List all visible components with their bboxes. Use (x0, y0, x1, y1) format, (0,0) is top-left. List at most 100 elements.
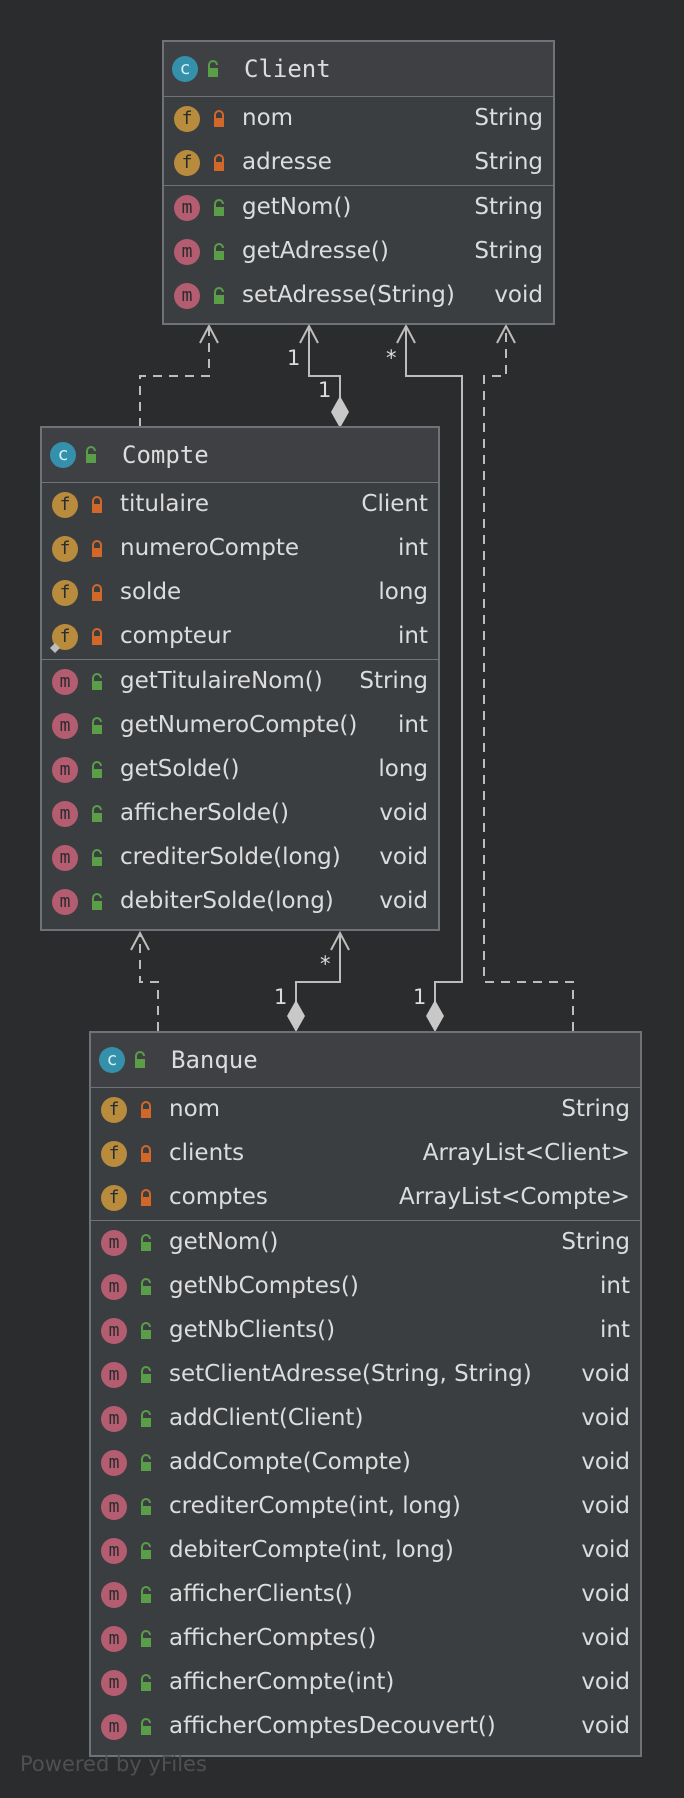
static-marker-icon (50, 643, 60, 653)
field-row: f comptes ArrayList<Compte> (91, 1176, 640, 1220)
method-icon: m (101, 1626, 127, 1652)
public-unlock-icon (92, 893, 102, 910)
public-unlock-icon (214, 243, 224, 260)
yfiles-watermark: Powered by yFiles (20, 1752, 207, 1776)
method-name: addCompte(Compte) (169, 1449, 411, 1475)
field-type: int (398, 623, 428, 649)
method-name: addClient(Client) (169, 1405, 364, 1431)
method-icon: m (52, 757, 78, 783)
class-header: c Banque (91, 1033, 640, 1088)
method-name: afficherCompte(int) (169, 1669, 395, 1695)
banque-client-dependency-line (483, 328, 574, 1031)
method-row: m debiterSolde(long) void (42, 880, 438, 924)
field-name: solde (120, 579, 182, 605)
method-row: m getNumeroCompte() int (42, 704, 438, 748)
method-icon: m (101, 1318, 127, 1344)
field-row: f numeroCompte int (42, 527, 438, 571)
compte-client-dependency-line (139, 328, 210, 427)
method-icon: m (174, 239, 200, 265)
private-lock-icon (92, 628, 102, 645)
method-icon: m (101, 1362, 127, 1388)
method-icon: m (174, 195, 200, 221)
field-icon: f (101, 1097, 127, 1123)
public-unlock-icon (86, 446, 96, 463)
method-row: m crediterSolde(long) void (42, 836, 438, 880)
field-name: adresse (242, 149, 332, 175)
method-icon: m (52, 669, 78, 695)
method-return-type: int (600, 1317, 630, 1343)
method-return-type: String (474, 194, 543, 220)
method-icon: m (52, 889, 78, 915)
method-row: m afficherComptes() void (91, 1617, 640, 1661)
class-name: Compte (122, 441, 209, 469)
field-type: String (474, 105, 543, 131)
method-row: m afficherSolde() void (42, 792, 438, 836)
class-header: c Compte (42, 428, 438, 483)
public-unlock-icon (141, 1366, 151, 1383)
method-icon: m (52, 801, 78, 827)
multiplicity-label: 1 (318, 378, 332, 402)
multiplicity-label: * (320, 952, 331, 976)
field-icon: f (174, 150, 200, 176)
field-icon: f (101, 1185, 127, 1211)
method-row: m setClientAdresse(String, String) void (91, 1353, 640, 1397)
public-unlock-icon (214, 199, 224, 216)
field-icon: f (174, 106, 200, 132)
method-name: getNumeroCompte() (120, 712, 358, 738)
method-icon: m (101, 1538, 127, 1564)
public-unlock-icon (92, 761, 102, 778)
field-name: nom (169, 1096, 221, 1122)
field-row: f clients ArrayList<Client> (91, 1132, 640, 1176)
class-banque[interactable]: c Banque f nom String f clients ArrayLis… (89, 1031, 642, 1757)
multiplicity-label: 1 (413, 985, 427, 1009)
method-return-type: void (379, 800, 428, 826)
field-name: compteur (120, 623, 231, 649)
method-return-type: void (581, 1537, 630, 1563)
method-return-type: void (379, 888, 428, 914)
private-lock-icon (141, 1189, 151, 1206)
field-name: titulaire (120, 491, 209, 517)
field-icon: f (52, 536, 78, 562)
class-icon: c (172, 56, 198, 82)
method-name: getNom() (169, 1229, 279, 1255)
method-icon: m (101, 1670, 127, 1696)
method-return-type: void (581, 1361, 630, 1387)
method-row: m addCompte(Compte) void (91, 1441, 640, 1485)
method-icon: m (101, 1494, 127, 1520)
method-name: getTitulaireNom() (120, 668, 323, 694)
method-row: m crediterCompte(int, long) void (91, 1485, 640, 1529)
public-unlock-icon (141, 1322, 151, 1339)
field-type: long (378, 579, 428, 605)
method-icon: m (101, 1450, 127, 1476)
class-name: Client (244, 55, 331, 83)
method-return-type: int (398, 712, 428, 738)
field-icon: f (101, 1141, 127, 1167)
class-client[interactable]: c Client f nom String f adresse String m… (162, 40, 555, 325)
private-lock-icon (92, 584, 102, 601)
banque-compte-composition-diamond (287, 1000, 305, 1032)
class-compte[interactable]: c Compte f titulaire Client f numeroComp… (40, 426, 440, 931)
method-return-type: void (581, 1669, 630, 1695)
public-unlock-icon (135, 1051, 145, 1068)
method-row: m debiterCompte(int, long) void (91, 1529, 640, 1573)
method-row: m afficherCompte(int) void (91, 1661, 640, 1705)
method-icon: m (101, 1230, 127, 1256)
field-row: f nom String (164, 97, 553, 141)
method-return-type: long (378, 756, 428, 782)
method-return-type: void (581, 1581, 630, 1607)
method-row: m getSolde() long (42, 748, 438, 792)
public-unlock-icon (141, 1410, 151, 1427)
method-return-type: void (581, 1405, 630, 1431)
method-name: getNom() (242, 194, 352, 220)
method-return-type: String (561, 1229, 630, 1255)
method-name: getSolde() (120, 756, 240, 782)
method-icon: m (101, 1714, 127, 1740)
method-return-type: void (581, 1713, 630, 1739)
method-row: m getTitulaireNom() String (42, 660, 438, 704)
field-row: f compteur int (42, 615, 438, 659)
method-return-type: String (474, 238, 543, 264)
method-name: getNbClients() (169, 1317, 336, 1343)
public-unlock-icon (141, 1278, 151, 1295)
method-row: m afficherClients() void (91, 1573, 640, 1617)
field-type: ArrayList<Client> (422, 1140, 630, 1166)
